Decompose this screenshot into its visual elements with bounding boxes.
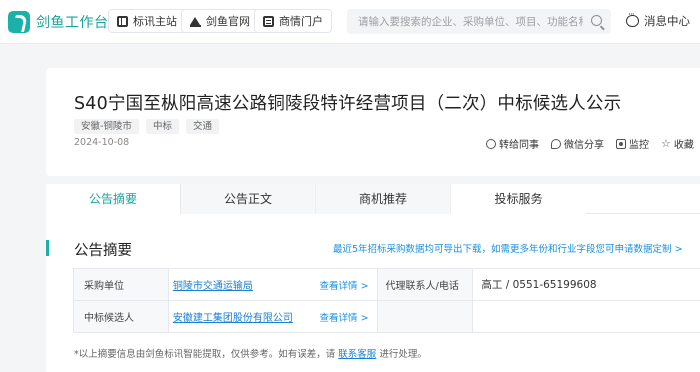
section-title: 公告摘要: [74, 243, 132, 259]
field-label: 代理联系人/电话: [377, 269, 474, 301]
wechat-icon: [551, 138, 561, 149]
field-value: 铜陵市交通运输局 查看详情 >: [168, 269, 378, 301]
tag-industry: 交通: [185, 119, 219, 134]
purchaser-link[interactable]: 铜陵市交通运输局: [173, 277, 253, 292]
table-row: 中标候选人 安徽建工集团股份有限公司 查看详情 >: [74, 301, 700, 333]
favorite-button[interactable]: ☆ 收藏: [661, 136, 694, 152]
tab-full-text[interactable]: 公告正文: [181, 184, 316, 214]
document-icon: [263, 15, 274, 27]
chat-bubble-icon: [626, 10, 639, 27]
tab-opportunities[interactable]: 商机推荐: [316, 184, 451, 214]
logo-icon: [8, 11, 30, 33]
winning-candidate-link[interactable]: 安徽建工集团股份有限公司: [173, 309, 293, 324]
content-panel: 公告摘要 公告正文 商机推荐 投标服务 公告摘要 最近5年招标采购数据均可导出下…: [46, 184, 700, 372]
summary-table: 采购单位 铜陵市交通运输局 查看详情 > 代理联系人/电话 高工 / 0551-…: [73, 268, 700, 333]
search-box: [347, 9, 611, 34]
share-icon: [486, 138, 496, 149]
monitor-icon: [616, 138, 626, 149]
crown-icon: [190, 16, 201, 27]
nav-button-main-site[interactable]: 标讯主站: [108, 9, 186, 33]
disclaimer-note: *以上摘要信息由剑鱼标讯智能提取，仅供参考。如有误差，请 联系客服 进行处理。: [74, 346, 427, 360]
tag-type: 中标: [145, 119, 179, 134]
note-text: *以上摘要信息由剑鱼标讯智能提取，仅供参考。如有误差，请: [74, 349, 336, 360]
page-title: S40宁国至枞阳高速公路铜陵段特许经营项目（二次）中标候选人公示: [74, 94, 622, 114]
tab-summary[interactable]: 公告摘要: [46, 184, 181, 214]
wechat-share-button[interactable]: 微信分享: [551, 136, 604, 151]
nav-button-business-portal[interactable]: 商情门户: [254, 9, 332, 33]
nav-label: 标讯主站: [133, 15, 177, 28]
contact-support-link[interactable]: 联系客服: [338, 349, 376, 360]
tag-list: 安徽-铜陵市 中标 交通: [74, 119, 219, 134]
nav-button-official-site[interactable]: 剑鱼官网: [181, 9, 259, 33]
star-icon: ☆: [661, 136, 671, 150]
section-accent-bar: [46, 240, 49, 256]
tab-bar: 公告摘要 公告正文 商机推荐 投标服务: [46, 184, 700, 214]
field-value: 高工 / 0551-65199608: [473, 269, 700, 301]
action-label: 微信分享: [564, 140, 604, 151]
action-label: 转给同事: [499, 140, 539, 151]
message-center[interactable]: 消息中心: [626, 10, 690, 29]
tag-region: 安徽-铜陵市: [74, 119, 139, 134]
field-value: [473, 301, 700, 333]
monitor-button[interactable]: 监控: [616, 136, 649, 151]
action-label: 收藏: [673, 140, 694, 151]
field-label: [377, 301, 474, 333]
logo-text: 剑鱼工作台: [36, 15, 109, 31]
notice-header-card: S40宁国至枞阳高速公路铜陵段特许经营项目（二次）中标候选人公示 安徽-铜陵市 …: [46, 68, 700, 176]
action-bar: 转给同事 微信分享 监控 ☆ 收藏: [486, 136, 694, 151]
tab-bid-services[interactable]: 投标服务: [451, 184, 586, 214]
book-icon: [117, 15, 128, 27]
note-text: 进行处理。: [379, 349, 427, 360]
view-details-link[interactable]: 查看详情 >: [320, 310, 369, 324]
nav-label: 商情门户: [279, 15, 323, 28]
search-input[interactable]: [347, 9, 583, 34]
field-label: 采购单位: [74, 269, 169, 301]
search-icon[interactable]: [591, 15, 602, 26]
share-to-colleague-button[interactable]: 转给同事: [486, 136, 539, 151]
field-label: 中标候选人: [74, 301, 169, 333]
logo[interactable]: 剑鱼工作台: [8, 10, 109, 34]
publish-date: 2024-10-08: [74, 137, 130, 148]
view-details-link[interactable]: 查看详情 >: [320, 278, 369, 292]
message-center-label: 消息中心: [644, 14, 690, 28]
top-bar: 剑鱼工作台 标讯主站 剑鱼官网 商情门户 消息中心: [0, 0, 700, 44]
field-value: 安徽建工集团股份有限公司 查看详情 >: [168, 301, 378, 333]
data-export-link[interactable]: 最近5年招标采购数据均可导出下载，如需更多年份和行业字段您可申请数据定制 >: [333, 241, 683, 255]
nav-label: 剑鱼官网: [206, 15, 250, 28]
table-row: 采购单位 铜陵市交通运输局 查看详情 > 代理联系人/电话 高工 / 0551-…: [74, 269, 700, 301]
action-label: 监控: [629, 140, 649, 151]
